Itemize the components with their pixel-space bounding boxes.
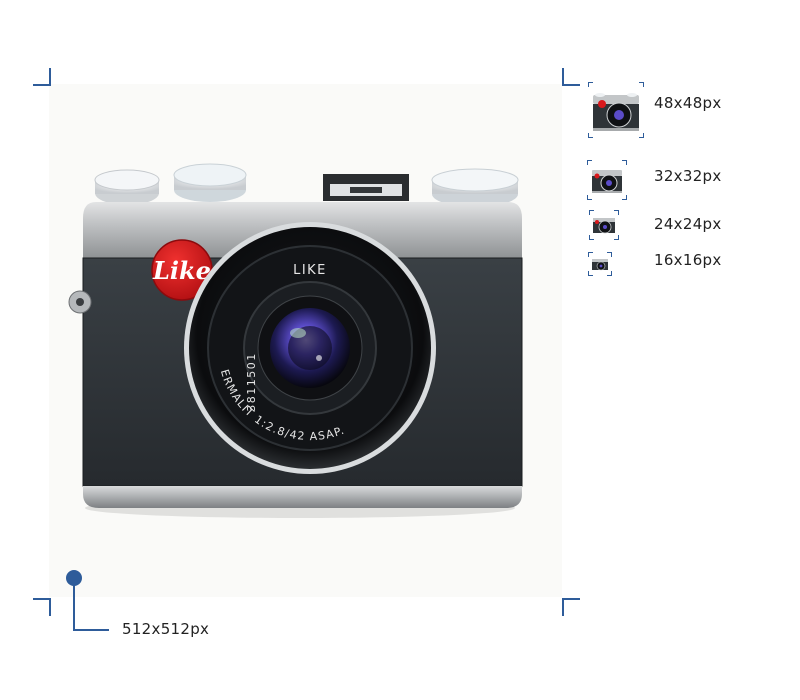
brand-logo-text: Like [152,256,211,285]
camera-icon-48 [588,82,644,138]
crop-mark-icon [33,68,51,86]
camera-icon [593,218,615,234]
camera-icon-24 [589,210,619,240]
camera-icon [592,259,608,271]
dimension-line [73,629,109,631]
size-label-16: 16x16px [654,251,722,269]
crop-mark-icon [562,68,580,86]
camera-icon [593,93,639,131]
camera-icon-16 [588,252,612,276]
size-label-512: 512x512px [122,620,210,638]
crop-mark-icon [562,598,580,616]
base-plate [83,486,522,508]
size-label-24: 24x24px [654,215,722,233]
dimension-line [73,584,75,631]
lens-brand-text: LIKE [293,263,327,278]
crop-mark-icon [33,598,51,616]
size-label-32: 32x32px [654,167,722,185]
camera-icon [592,170,622,193]
size-label-48: 48x48px [654,94,722,112]
camera-icon-32 [587,160,627,200]
camera-icon: Like LIKE 3811501 ERMALIT 1:2.8/42 ASAP. [68,163,523,518]
